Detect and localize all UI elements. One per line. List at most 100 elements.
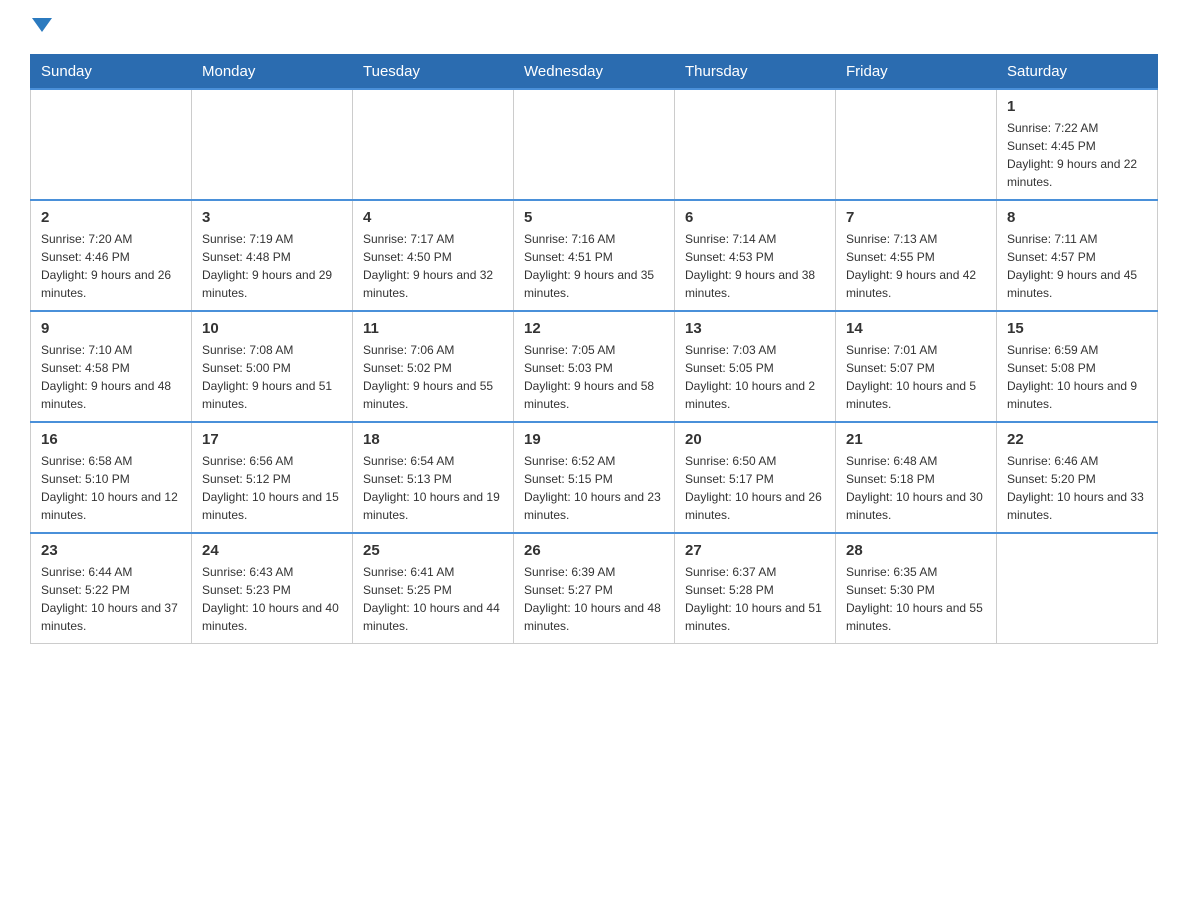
day-number: 17 [202,431,342,448]
day-number: 23 [41,542,181,559]
week-row-3: 9 Sunrise: 7:10 AMSunset: 4:58 PMDaylight… [31,311,1158,422]
day-info: Sunrise: 6:44 AMSunset: 5:22 PMDaylight:… [41,563,181,635]
day-number: 11 [363,320,503,337]
calendar-cell: 19 Sunrise: 6:52 AMSunset: 5:15 PMDayligh… [514,422,675,533]
day-info: Sunrise: 7:16 AMSunset: 4:51 PMDaylight:… [524,230,664,302]
day-info: Sunrise: 6:56 AMSunset: 5:12 PMDaylight:… [202,452,342,524]
calendar-cell [997,533,1158,644]
day-number: 28 [846,542,986,559]
calendar-cell: 12 Sunrise: 7:05 AMSunset: 5:03 PMDayligh… [514,311,675,422]
day-info: Sunrise: 6:39 AMSunset: 5:27 PMDaylight:… [524,563,664,635]
day-number: 3 [202,209,342,226]
calendar-cell [192,89,353,200]
day-info: Sunrise: 7:10 AMSunset: 4:58 PMDaylight:… [41,341,181,413]
day-number: 21 [846,431,986,448]
day-number: 22 [1007,431,1147,448]
day-info: Sunrise: 7:01 AMSunset: 5:07 PMDaylight:… [846,341,986,413]
day-number: 5 [524,209,664,226]
calendar-cell: 27 Sunrise: 6:37 AMSunset: 5:28 PMDayligh… [675,533,836,644]
day-info: Sunrise: 6:59 AMSunset: 5:08 PMDaylight:… [1007,341,1147,413]
calendar-cell: 18 Sunrise: 6:54 AMSunset: 5:13 PMDayligh… [353,422,514,533]
week-row-5: 23 Sunrise: 6:44 AMSunset: 5:22 PMDayligh… [31,533,1158,644]
day-info: Sunrise: 7:08 AMSunset: 5:00 PMDaylight:… [202,341,342,413]
calendar-cell: 25 Sunrise: 6:41 AMSunset: 5:25 PMDayligh… [353,533,514,644]
day-info: Sunrise: 7:17 AMSunset: 4:50 PMDaylight:… [363,230,503,302]
day-number: 12 [524,320,664,337]
day-number: 2 [41,209,181,226]
day-number: 16 [41,431,181,448]
day-info: Sunrise: 6:37 AMSunset: 5:28 PMDaylight:… [685,563,825,635]
calendar-cell [675,89,836,200]
calendar-cell: 3 Sunrise: 7:19 AMSunset: 4:48 PMDaylight… [192,200,353,311]
calendar-cell: 9 Sunrise: 7:10 AMSunset: 4:58 PMDaylight… [31,311,192,422]
weekday-header-tuesday: Tuesday [353,55,514,90]
calendar-table: SundayMondayTuesdayWednesdayThursdayFrid… [30,54,1158,644]
calendar-cell: 23 Sunrise: 6:44 AMSunset: 5:22 PMDayligh… [31,533,192,644]
day-number: 24 [202,542,342,559]
week-row-1: 1Sunrise: 7:22 AMSunset: 4:45 PMDaylight… [31,89,1158,200]
weekday-header-saturday: Saturday [997,55,1158,90]
day-info: Sunrise: 7:03 AMSunset: 5:05 PMDaylight:… [685,341,825,413]
day-info: Sunrise: 6:50 AMSunset: 5:17 PMDaylight:… [685,452,825,524]
calendar-cell: 8Sunrise: 7:11 AMSunset: 4:57 PMDaylight… [997,200,1158,311]
day-number: 8 [1007,209,1147,226]
week-row-2: 2 Sunrise: 7:20 AMSunset: 4:46 PMDaylight… [31,200,1158,311]
day-number: 10 [202,320,342,337]
day-info: Sunrise: 7:05 AMSunset: 5:03 PMDaylight:… [524,341,664,413]
calendar-cell: 5 Sunrise: 7:16 AMSunset: 4:51 PMDaylight… [514,200,675,311]
day-number: 9 [41,320,181,337]
calendar-cell: 15 Sunrise: 6:59 AMSunset: 5:08 PMDayligh… [997,311,1158,422]
day-info: Sunrise: 7:19 AMSunset: 4:48 PMDaylight:… [202,230,342,302]
day-info: Sunrise: 7:20 AMSunset: 4:46 PMDaylight:… [41,230,181,302]
weekday-header-row: SundayMondayTuesdayWednesdayThursdayFrid… [31,55,1158,90]
weekday-header-sunday: Sunday [31,55,192,90]
day-info: Sunrise: 7:13 AMSunset: 4:55 PMDaylight:… [846,230,986,302]
day-number: 20 [685,431,825,448]
calendar-cell: 16Sunrise: 6:58 AMSunset: 5:10 PMDayligh… [31,422,192,533]
calendar-cell: 28 Sunrise: 6:35 AMSunset: 5:30 PMDayligh… [836,533,997,644]
day-info: Sunrise: 7:06 AMSunset: 5:02 PMDaylight:… [363,341,503,413]
day-info: Sunrise: 6:54 AMSunset: 5:13 PMDaylight:… [363,452,503,524]
calendar-cell [514,89,675,200]
day-info: Sunrise: 6:41 AMSunset: 5:25 PMDaylight:… [363,563,503,635]
day-number: 25 [363,542,503,559]
day-info: Sunrise: 6:46 AMSunset: 5:20 PMDaylight:… [1007,452,1147,524]
weekday-header-friday: Friday [836,55,997,90]
calendar-cell: 26 Sunrise: 6:39 AMSunset: 5:27 PMDayligh… [514,533,675,644]
calendar-cell: 22 Sunrise: 6:46 AMSunset: 5:20 PMDayligh… [997,422,1158,533]
day-info: Sunrise: 6:43 AMSunset: 5:23 PMDaylight:… [202,563,342,635]
day-number: 1 [1007,98,1147,115]
calendar-cell: 11 Sunrise: 7:06 AMSunset: 5:02 PMDayligh… [353,311,514,422]
day-number: 15 [1007,320,1147,337]
calendar-cell: 2 Sunrise: 7:20 AMSunset: 4:46 PMDaylight… [31,200,192,311]
calendar-cell [836,89,997,200]
calendar-cell [31,89,192,200]
day-number: 27 [685,542,825,559]
day-number: 7 [846,209,986,226]
calendar-cell: 10 Sunrise: 7:08 AMSunset: 5:00 PMDayligh… [192,311,353,422]
calendar-cell: 6Sunrise: 7:14 AMSunset: 4:53 PMDaylight… [675,200,836,311]
logo [30,20,52,34]
calendar-cell: 14 Sunrise: 7:01 AMSunset: 5:07 PMDayligh… [836,311,997,422]
day-number: 18 [363,431,503,448]
day-number: 14 [846,320,986,337]
weekday-header-wednesday: Wednesday [514,55,675,90]
day-number: 26 [524,542,664,559]
weekday-header-thursday: Thursday [675,55,836,90]
day-number: 13 [685,320,825,337]
weekday-header-monday: Monday [192,55,353,90]
logo-triangle-icon [32,18,52,32]
week-row-4: 16Sunrise: 6:58 AMSunset: 5:10 PMDayligh… [31,422,1158,533]
calendar-cell: 24 Sunrise: 6:43 AMSunset: 5:23 PMDayligh… [192,533,353,644]
calendar-cell: 1Sunrise: 7:22 AMSunset: 4:45 PMDaylight… [997,89,1158,200]
day-number: 19 [524,431,664,448]
day-info: Sunrise: 6:52 AMSunset: 5:15 PMDaylight:… [524,452,664,524]
calendar-cell: 13 Sunrise: 7:03 AMSunset: 5:05 PMDayligh… [675,311,836,422]
calendar-cell: 7 Sunrise: 7:13 AMSunset: 4:55 PMDaylight… [836,200,997,311]
day-info: Sunrise: 6:35 AMSunset: 5:30 PMDaylight:… [846,563,986,635]
calendar-cell [353,89,514,200]
day-info: Sunrise: 6:48 AMSunset: 5:18 PMDaylight:… [846,452,986,524]
calendar-cell: 17 Sunrise: 6:56 AMSunset: 5:12 PMDayligh… [192,422,353,533]
day-info: Sunrise: 7:14 AMSunset: 4:53 PMDaylight:… [685,230,825,302]
calendar-cell: 21 Sunrise: 6:48 AMSunset: 5:18 PMDayligh… [836,422,997,533]
